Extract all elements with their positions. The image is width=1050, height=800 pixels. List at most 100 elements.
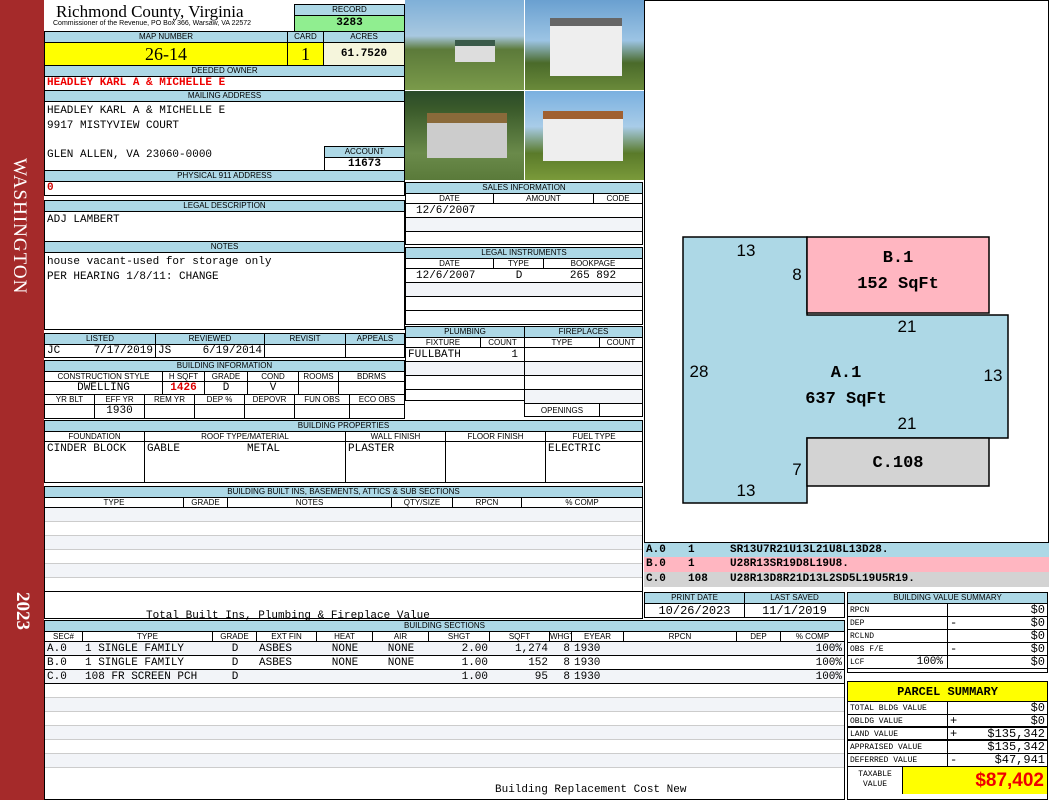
vector-code: 108 — [688, 573, 708, 585]
house-shape — [550, 18, 622, 76]
instruments-header-type: TYPE — [494, 259, 544, 268]
section-row[interactable]: B.0 1 SINGLE FAMILY D ASBES NONE NONE 1.00 152 8… — [45, 656, 844, 670]
map-row: MAP NUMBER CARD ACRES 26-14 1 61.7520 — [44, 31, 405, 66]
sections-header: TYPE — [83, 632, 213, 641]
outbuilding-shape — [427, 113, 507, 158]
section-cell — [737, 656, 781, 669]
taxable-label-1: TAXABLE — [858, 770, 892, 779]
building-info-box: BUILDING INFORMATION CONSTRUCTION STYLE H… — [44, 360, 405, 419]
summary-label: RCLND — [850, 632, 875, 641]
section-cell: NONE — [331, 657, 359, 669]
builtins-label: BUILDING BUILT INS, BASEMENTS, ATTICS & … — [45, 487, 642, 498]
property-photo-2[interactable] — [525, 0, 644, 90]
last-saved-label: LAST SAVED — [770, 593, 819, 602]
property-photo-4[interactable] — [525, 91, 644, 180]
plumbing-header-fixture: FIXTURE — [406, 338, 481, 347]
fireplaces-box: FIREPLACES TYPE COUNT OPENINGS — [524, 326, 643, 417]
listing-box: LISTED REVIEWED REVISIT APPEALS JC 7/17/2019… — [44, 333, 405, 358]
section-cell: D — [231, 643, 239, 655]
card-label: CARD — [288, 32, 324, 42]
taxable-label-2: VALUE — [862, 780, 887, 789]
header-construction-style: CONSTRUCTION STYLE — [45, 372, 163, 381]
vector-line-b[interactable]: B.0 1 U28R13SR19D8L19U8. — [644, 557, 1049, 572]
section-cell: D — [231, 671, 239, 683]
dim-label: 21 — [898, 317, 917, 336]
builtins-header-grade: GRADE — [184, 498, 228, 507]
section-cell: 8 — [563, 671, 570, 683]
building-info-label: BUILDING INFORMATION — [45, 361, 404, 372]
building-sketch[interactable]: B.1 152 SqFt A.1 637 SqFt C.108 13 8 21 … — [644, 0, 1049, 543]
header-roof: ROOF TYPE/MATERIAL — [145, 432, 346, 441]
summary-label: LAND VALUE — [850, 730, 899, 739]
summary-label: DEP — [850, 619, 865, 628]
section-cell: 95 — [534, 671, 548, 683]
grade-value: D — [205, 382, 248, 394]
reviewed-label: REVIEWED — [156, 334, 265, 344]
section-row — [45, 740, 844, 754]
summary-sign: - — [950, 643, 958, 655]
district-label: WASHINGTON — [9, 158, 30, 295]
summary-value: $135,342 — [987, 741, 1045, 753]
vector-string: SR13U7R21U13L21U8L13D28. — [730, 544, 889, 556]
section-cell: 1930 — [574, 671, 601, 683]
dim-label: 21 — [898, 414, 917, 433]
section-row — [45, 712, 844, 726]
summary-value: $0 — [1030, 656, 1045, 668]
section-row[interactable]: C.0 108 FR SCREEN PCH D 1.00 95 8 1930 100% — [45, 670, 844, 684]
section-cell — [737, 642, 781, 655]
foundation-value: CINDER BLOCK — [45, 442, 145, 482]
sections-header: EYEAR — [572, 632, 624, 641]
print-date-label: PRINT DATE — [645, 593, 745, 603]
owner-label: DEEDED OWNER — [45, 66, 404, 77]
listed-by: JC — [47, 345, 61, 357]
instrument-row: 12/6/2007 D 265 892 — [406, 269, 642, 283]
roof-type-value: GABLE — [147, 443, 181, 455]
sections-box: BUILDING SECTIONS SEC# TYPE GRADE EXT FIN HE… — [44, 620, 845, 800]
map-number-label: MAP NUMBER — [45, 32, 288, 42]
section-row[interactable]: A.0 1 SINGLE FAMILY D ASBES NONE NONE 2.00 1,27… — [45, 642, 844, 656]
builtins-header-qty: QTY/SIZE — [392, 498, 453, 507]
sections-header: WHGT — [550, 632, 572, 641]
mailing-line1: HEADLEY KARL A & MICHELLE E — [47, 105, 226, 117]
notes-line1: house vacant-used for storage only — [47, 256, 272, 268]
listed-date: 7/17/2019 — [93, 345, 153, 357]
vector-string: U28R13D8R21D13L2SD5L19U5R19. — [730, 573, 915, 585]
roof-material-value: METAL — [247, 443, 281, 455]
section-cell: 2.00 — [461, 643, 488, 655]
sections-header: HEAT — [317, 632, 373, 641]
appeals-label: APPEALS — [356, 334, 394, 343]
vector-sec: B.0 — [646, 558, 666, 570]
section-cell: 108 FR SCREEN PCH — [85, 671, 198, 683]
section-cell: NONE — [387, 657, 415, 669]
vector-code: 1 — [688, 544, 695, 556]
sections-header: DEP — [737, 632, 781, 641]
plumbing-count: 1 — [511, 349, 518, 361]
section-cell: 152 — [528, 657, 548, 669]
sales-box: SALES INFORMATION DATE AMOUNT CODE 12/6/20… — [405, 182, 643, 245]
parcel-summary-box: PARCEL SUMMARY TOTAL BLDG VALUE $0 OBLDG V… — [847, 681, 1048, 800]
sales-header-date: DATE — [406, 194, 494, 203]
section-cell: A.0 — [47, 643, 67, 655]
section-cell: 1.00 — [461, 657, 488, 669]
physical-box: PHYSICAL 911 ADDRESS 0 — [44, 170, 405, 196]
sections-header: AIR — [373, 632, 429, 641]
account-box: ACCOUNT 11673 — [324, 146, 405, 171]
acres-label: ACRES — [350, 32, 378, 41]
vector-line-a[interactable]: A.0 1 SR13U7R21U13L21U8L13D28. — [644, 543, 1049, 557]
sales-row: 12/6/2007 — [406, 204, 642, 218]
dim-label: 13 — [737, 481, 756, 500]
sketch-a1-sqft: 637 SqFt — [805, 390, 887, 409]
section-cell — [737, 670, 781, 683]
property-photo-3[interactable] — [405, 91, 524, 180]
summary-row: RPCN $0 — [848, 604, 1047, 617]
taxable-value: $87,402 — [903, 767, 1047, 794]
sections-header: SEC# — [45, 632, 83, 641]
property-photo-1[interactable] — [405, 0, 524, 90]
physical-label: PHYSICAL 911 ADDRESS — [45, 171, 404, 182]
header-foundation: FOUNDATION — [45, 432, 145, 441]
dim-label: 28 — [690, 362, 709, 381]
summary-row: OBLDG VALUE + $0 — [848, 715, 1047, 728]
acres-value: 61.7520 — [324, 43, 404, 66]
section-row — [45, 684, 844, 698]
vector-line-c[interactable]: C.0 108 U28R13D8R21D13L2SD5L19U5R19. — [644, 572, 1049, 587]
